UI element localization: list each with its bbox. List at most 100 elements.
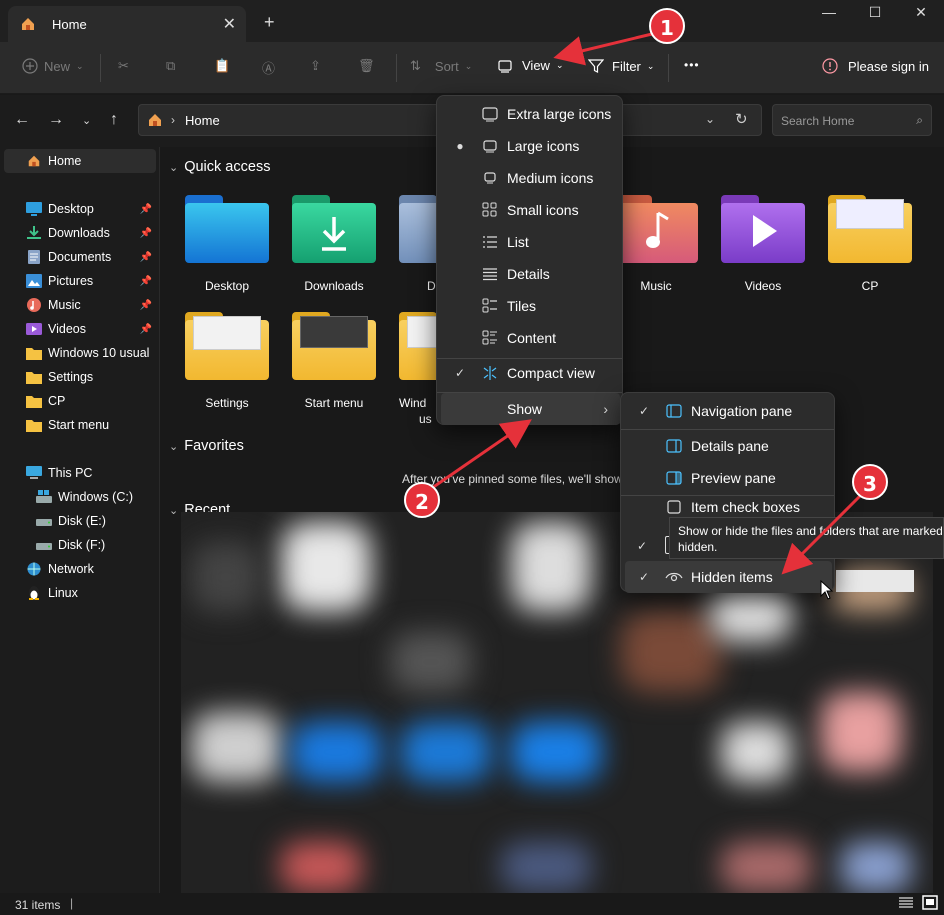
menu-item-large-icons[interactable]: ● Large icons xyxy=(441,130,620,162)
sidebar-item-videos[interactable]: Videos 📌 xyxy=(4,317,156,341)
menu-item-tiles[interactable]: Tiles xyxy=(441,290,620,322)
mouse-cursor-icon xyxy=(820,580,834,600)
sort-label: Sort xyxy=(434,58,459,74)
list-icon xyxy=(483,236,497,248)
menu-item-details-pane[interactable]: Details pane xyxy=(625,430,832,462)
menu-item-extra-large-icons[interactable]: Extra large icons xyxy=(441,98,620,130)
command-bar: New ⌄ ✂ ⧉ 📋 Ⓐ ⇪ 🗑 ⇅ Sort ⌄ View ⌄ Filter ⌄ •… xyxy=(0,42,944,94)
sidebar-item-label: Disk (E:) xyxy=(58,514,106,528)
folder-icon xyxy=(828,195,912,263)
section-favorites[interactable]: ⌄ Favorites xyxy=(169,438,244,454)
sign-in-label: Please sign in xyxy=(848,58,929,74)
sidebar-item-home[interactable]: Home xyxy=(4,149,156,173)
menu-item-list[interactable]: List xyxy=(441,226,620,258)
search-icon: ⌕ xyxy=(916,113,923,127)
grid-icon xyxy=(482,202,497,217)
sidebar-item-folder[interactable]: CP xyxy=(4,389,156,413)
tile-videos[interactable]: Videos xyxy=(713,187,813,297)
menu-separator xyxy=(621,495,834,496)
tile-settings[interactable]: Settings xyxy=(177,304,277,414)
minimize-button[interactable]: — xyxy=(806,4,852,20)
pictures-icon xyxy=(26,274,42,288)
menu-item-show[interactable]: Show › xyxy=(441,393,620,425)
chevron-down-icon: ⌄ xyxy=(169,441,179,453)
section-quick-access[interactable]: ⌄ Quick access xyxy=(169,159,270,175)
drive-icon xyxy=(36,543,52,550)
details-view-icon[interactable] xyxy=(898,896,914,913)
sidebar-item-documents[interactable]: Documents 📌 xyxy=(4,245,156,269)
tile-start-menu[interactable]: Start menu xyxy=(284,304,384,414)
sidebar-item-label: Settings xyxy=(48,370,94,384)
sign-in-button[interactable]: Please sign in xyxy=(822,58,929,74)
menu-item-small-icons[interactable]: Small icons xyxy=(441,194,620,226)
refresh-icon[interactable]: ↻ xyxy=(735,110,748,128)
tile-cp[interactable]: CP xyxy=(820,187,920,297)
monitor-icon xyxy=(483,140,497,153)
sidebar-item-drive-f[interactable]: Disk (F:) xyxy=(4,533,156,557)
tile-downloads[interactable]: Downloads xyxy=(284,187,384,297)
maximize-button[interactable]: ☐ xyxy=(852,4,898,21)
rename-icon[interactable]: Ⓐ xyxy=(262,58,275,77)
menu-item-compact-view[interactable]: ✓ Compact view xyxy=(441,357,620,389)
desktop-folder-icon xyxy=(185,195,269,263)
view-icon xyxy=(498,59,512,73)
sidebar-item-this-pc[interactable]: This PC xyxy=(4,461,156,485)
menu-item-label: Hidden items xyxy=(691,569,773,585)
filter-button[interactable]: Filter ⌄ xyxy=(588,58,654,74)
menu-item-hidden-items[interactable]: ✓ Hidden items xyxy=(625,561,832,593)
menu-item-details[interactable]: Details xyxy=(441,258,620,290)
tile-label: Settings xyxy=(205,396,249,410)
sidebar-item-downloads[interactable]: Downloads 📌 xyxy=(4,221,156,245)
sidebar-item-folder[interactable]: Windows 10 usual xyxy=(4,341,156,365)
new-tab-button[interactable]: + xyxy=(264,12,275,33)
more-options-button[interactable]: ••• xyxy=(684,58,700,72)
tiles-icon xyxy=(482,298,497,313)
menu-item-label: Small icons xyxy=(507,202,579,218)
share-icon[interactable]: ⇪ xyxy=(310,58,321,74)
documents-icon xyxy=(28,250,40,264)
preview-pane-icon xyxy=(666,471,682,485)
close-window-button[interactable]: ✕ xyxy=(898,4,944,21)
sidebar-item-pictures[interactable]: Pictures 📌 xyxy=(4,269,156,293)
tile-desktop[interactable]: Desktop xyxy=(177,187,277,297)
sidebar-item-folder[interactable]: Settings xyxy=(4,365,156,389)
sidebar-item-drive-c[interactable]: Windows (C:) xyxy=(4,485,156,509)
monitor-icon xyxy=(484,172,496,184)
menu-item-navigation-pane[interactable]: ✓ Navigation pane xyxy=(625,395,832,427)
sidebar-item-drive-e[interactable]: Disk (E:) xyxy=(4,509,156,533)
sidebar-item-network[interactable]: Network xyxy=(4,557,156,581)
sidebar-item-linux[interactable]: Linux xyxy=(4,581,156,605)
menu-item-label: Show xyxy=(507,401,543,417)
back-icon[interactable]: ← xyxy=(14,111,30,129)
sidebar-item-desktop[interactable]: Desktop 📌 xyxy=(4,197,156,221)
menu-item-preview-pane[interactable]: Preview pane xyxy=(625,462,832,494)
sidebar-item-label: Linux xyxy=(48,586,78,600)
checkmark-icon: ✓ xyxy=(638,570,650,584)
new-button[interactable]: New ⌄ xyxy=(22,58,84,74)
pin-icon: 📌 xyxy=(139,251,152,263)
menu-item-medium-icons[interactable]: Medium icons xyxy=(441,162,620,194)
large-icons-view-icon[interactable] xyxy=(922,895,938,913)
cut-icon[interactable]: ✂ xyxy=(118,58,129,74)
forward-icon[interactable]: → xyxy=(48,111,64,129)
tab-home[interactable]: Home ✕ xyxy=(8,6,246,42)
videos-icon xyxy=(26,323,42,335)
up-icon[interactable]: ↑ xyxy=(110,111,118,129)
search-box[interactable]: Search Home ⌕ xyxy=(772,104,932,136)
copy-icon[interactable]: ⧉ xyxy=(166,58,175,74)
section-title: Quick access xyxy=(184,159,271,175)
view-button[interactable]: View ⌄ xyxy=(498,58,564,73)
recent-locations-icon[interactable]: ⌄ xyxy=(82,114,91,127)
hidden-items-tooltip: Show or hide the files and folders that … xyxy=(669,517,944,559)
paste-icon[interactable]: 📋 xyxy=(214,58,230,74)
sidebar-item-folder[interactable]: Start menu xyxy=(4,413,156,437)
sort-button[interactable]: ⇅ Sort ⌄ xyxy=(410,58,472,74)
menu-item-item-check-boxes[interactable]: Item check boxes xyxy=(625,497,832,517)
breadcrumb-home[interactable]: Home xyxy=(185,113,220,128)
navigation-pane: Home Desktop 📌 Downloads 📌 Documents 📌 Pict… xyxy=(0,147,160,893)
sidebar-item-music[interactable]: Music 📌 xyxy=(4,293,156,317)
delete-icon[interactable]: 🗑 xyxy=(358,58,375,74)
address-dropdown-icon[interactable]: ⌄ xyxy=(705,112,715,126)
menu-item-content[interactable]: Content xyxy=(441,322,620,354)
tab-close-icon[interactable]: ✕ xyxy=(223,14,236,34)
